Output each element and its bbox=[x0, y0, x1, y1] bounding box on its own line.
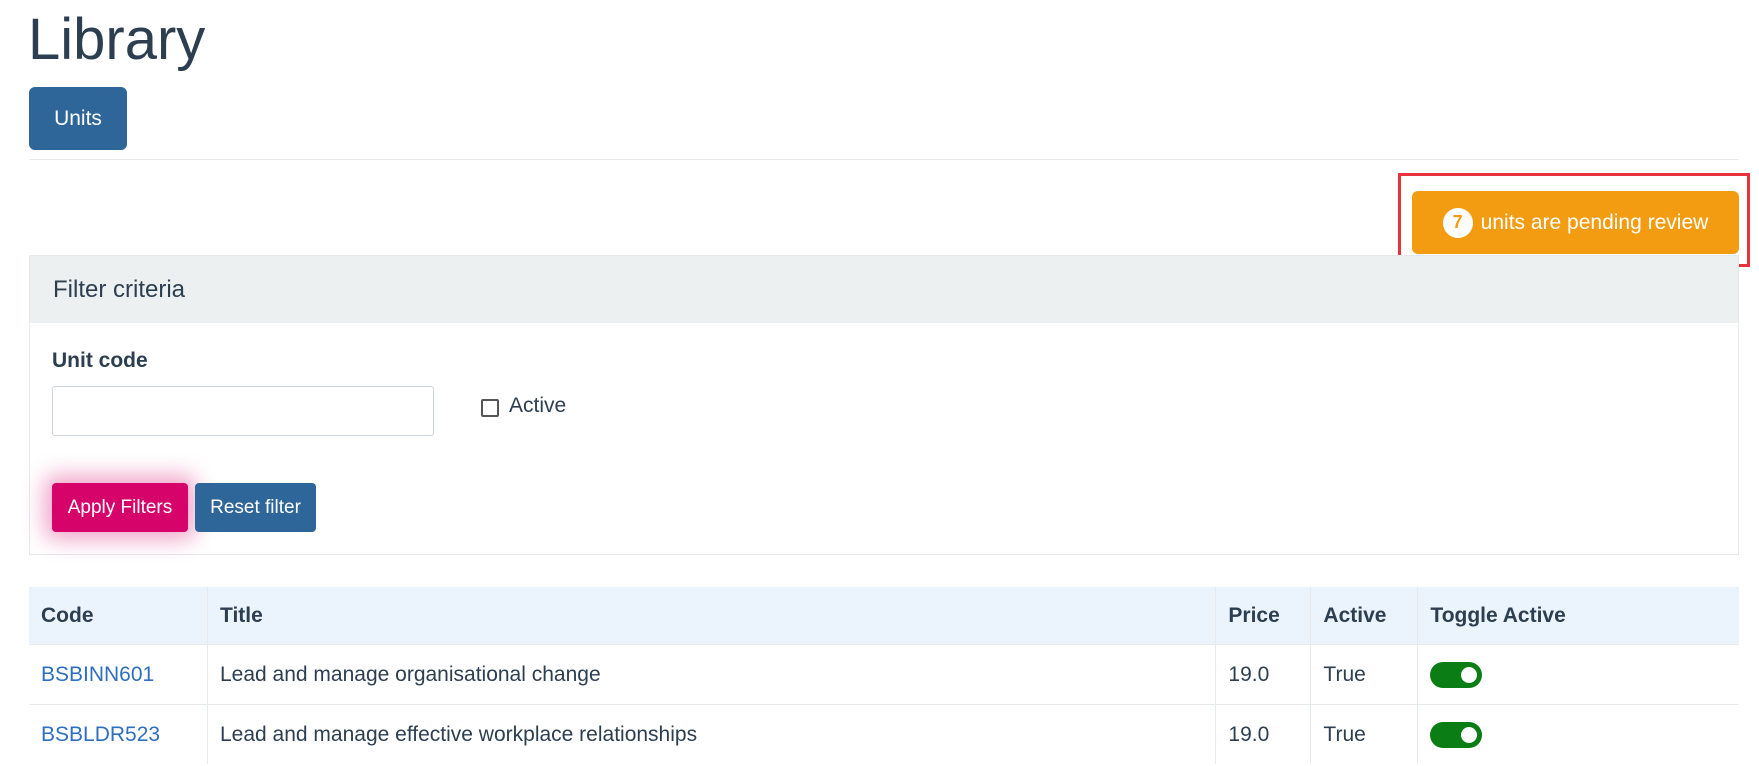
active-checkbox-label[interactable]: Active bbox=[509, 394, 566, 418]
cell-code: BSBLDR523 bbox=[29, 704, 208, 764]
active-checkbox[interactable] bbox=[481, 399, 499, 417]
column-header-code[interactable]: Code bbox=[29, 587, 208, 645]
reset-filter-button[interactable]: Reset filter bbox=[195, 483, 316, 532]
filter-panel-header: Filter criteria bbox=[30, 256, 1738, 323]
table-header-row: Code Title Price Active Toggle Active bbox=[29, 587, 1739, 645]
unit-code-link[interactable]: BSBINN601 bbox=[41, 663, 154, 686]
cell-active: True bbox=[1310, 704, 1418, 764]
toggle-knob bbox=[1461, 666, 1478, 683]
unit-code-label: Unit code bbox=[52, 349, 148, 372]
column-header-title[interactable]: Title bbox=[206, 587, 1216, 645]
cell-code: BSBINN601 bbox=[29, 644, 208, 705]
cell-toggle bbox=[1417, 644, 1739, 705]
table-row: BSBINN601 Lead and manage organisational… bbox=[29, 644, 1739, 705]
unit-code-input[interactable] bbox=[52, 386, 434, 436]
cell-active: True bbox=[1310, 644, 1418, 705]
page-title: Library bbox=[28, 7, 206, 72]
toggle-active-switch[interactable] bbox=[1430, 721, 1483, 748]
column-header-toggle-active: Toggle Active bbox=[1417, 587, 1739, 645]
column-header-active[interactable]: Active bbox=[1310, 587, 1418, 645]
column-header-price[interactable]: Price bbox=[1215, 587, 1311, 645]
units-tab-button[interactable]: Units bbox=[29, 87, 127, 150]
units-table: Code Title Price Active Toggle Active BS… bbox=[29, 587, 1739, 764]
pending-count-badge: 7 bbox=[1442, 207, 1473, 238]
pending-review-button[interactable]: 7 units are pending review bbox=[1412, 191, 1739, 254]
toggle-knob bbox=[1461, 726, 1478, 743]
apply-filters-button[interactable]: Apply Filters bbox=[52, 483, 188, 532]
cell-toggle bbox=[1417, 704, 1739, 764]
pending-review-label: units are pending review bbox=[1480, 210, 1709, 234]
toggle-active-switch[interactable] bbox=[1430, 661, 1483, 688]
cell-title: Lead and manage organisational change bbox=[206, 644, 1216, 705]
cell-price: 19.0 bbox=[1215, 704, 1311, 764]
cell-title: Lead and manage effective workplace rela… bbox=[206, 704, 1216, 764]
unit-code-link[interactable]: BSBLDR523 bbox=[41, 723, 160, 746]
tab-divider bbox=[29, 159, 1739, 160]
table-row: BSBLDR523 Lead and manage effective work… bbox=[29, 704, 1739, 764]
cell-price: 19.0 bbox=[1215, 644, 1311, 705]
filter-panel: Filter criteria Unit code Active Apply F… bbox=[29, 255, 1739, 555]
